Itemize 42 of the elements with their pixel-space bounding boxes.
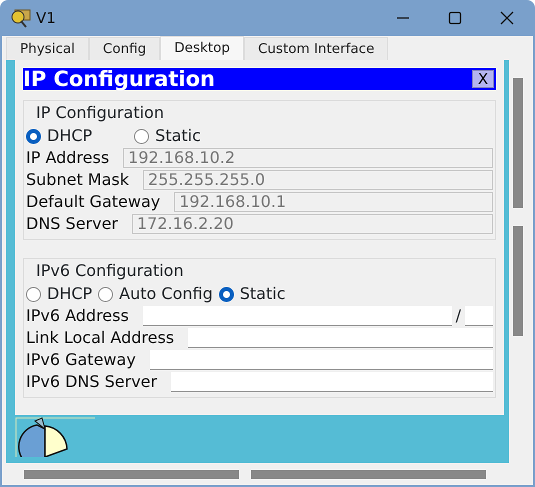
tab[interactable]: Config bbox=[88, 37, 160, 60]
tab[interactable]: Desktop bbox=[160, 36, 244, 60]
field-label: IPv6 DNS Server bbox=[26, 371, 158, 393]
radio-button[interactable] bbox=[26, 128, 41, 144]
scrollbar-thumb[interactable] bbox=[24, 470, 239, 478]
field-label: IP Address bbox=[26, 147, 110, 169]
input-field[interactable] bbox=[150, 350, 493, 370]
window-title: V1 bbox=[36, 8, 57, 29]
field-label: Link Local Address bbox=[26, 327, 174, 349]
dialog-title: IP Configuration bbox=[23, 68, 215, 90]
field-label: IPv6 Gateway bbox=[26, 349, 136, 371]
field-label: Subnet Mask bbox=[26, 169, 130, 191]
input-field[interactable]: 192.168.10.1 bbox=[174, 192, 493, 212]
close-button[interactable]: X bbox=[472, 70, 494, 88]
close-icon[interactable] bbox=[499, 10, 515, 26]
input-field[interactable] bbox=[142, 306, 452, 326]
app-icon bbox=[10, 8, 32, 28]
radio-button[interactable] bbox=[134, 128, 150, 144]
radio-label[interactable]: Auto Config bbox=[119, 282, 213, 306]
scrollbar-thumb[interactable] bbox=[513, 78, 523, 208]
input-field[interactable]: 172.16.2.20 bbox=[132, 214, 493, 234]
field-label: DNS Server bbox=[26, 213, 118, 235]
tab[interactable]: Custom Interface bbox=[244, 37, 388, 60]
prefix-separator: / bbox=[456, 305, 461, 327]
scrollbar-thumb[interactable] bbox=[513, 226, 523, 336]
maximize-icon[interactable] bbox=[447, 10, 463, 26]
tab[interactable]: Physical bbox=[6, 37, 89, 60]
input-field[interactable]: 255.255.255.0 bbox=[143, 170, 493, 190]
input-field[interactable]: 192.168.10.2 bbox=[123, 148, 493, 168]
radio-label[interactable]: DHCP bbox=[47, 282, 92, 306]
field-label: IPv6 Address bbox=[26, 305, 129, 327]
field-label: Default Gateway bbox=[26, 191, 160, 213]
radio-button[interactable] bbox=[218, 286, 234, 302]
radio-label[interactable]: Static bbox=[155, 124, 201, 148]
radio-button[interactable] bbox=[98, 286, 114, 302]
radio-button[interactable] bbox=[26, 286, 41, 302]
scrollbar-thumb[interactable] bbox=[251, 470, 486, 478]
input-field[interactable] bbox=[188, 328, 493, 348]
radio-label[interactable]: DHCP bbox=[47, 124, 92, 148]
input-field[interactable] bbox=[171, 372, 493, 392]
prefix-field[interactable] bbox=[465, 306, 493, 326]
radio-label[interactable]: Static bbox=[240, 282, 286, 306]
